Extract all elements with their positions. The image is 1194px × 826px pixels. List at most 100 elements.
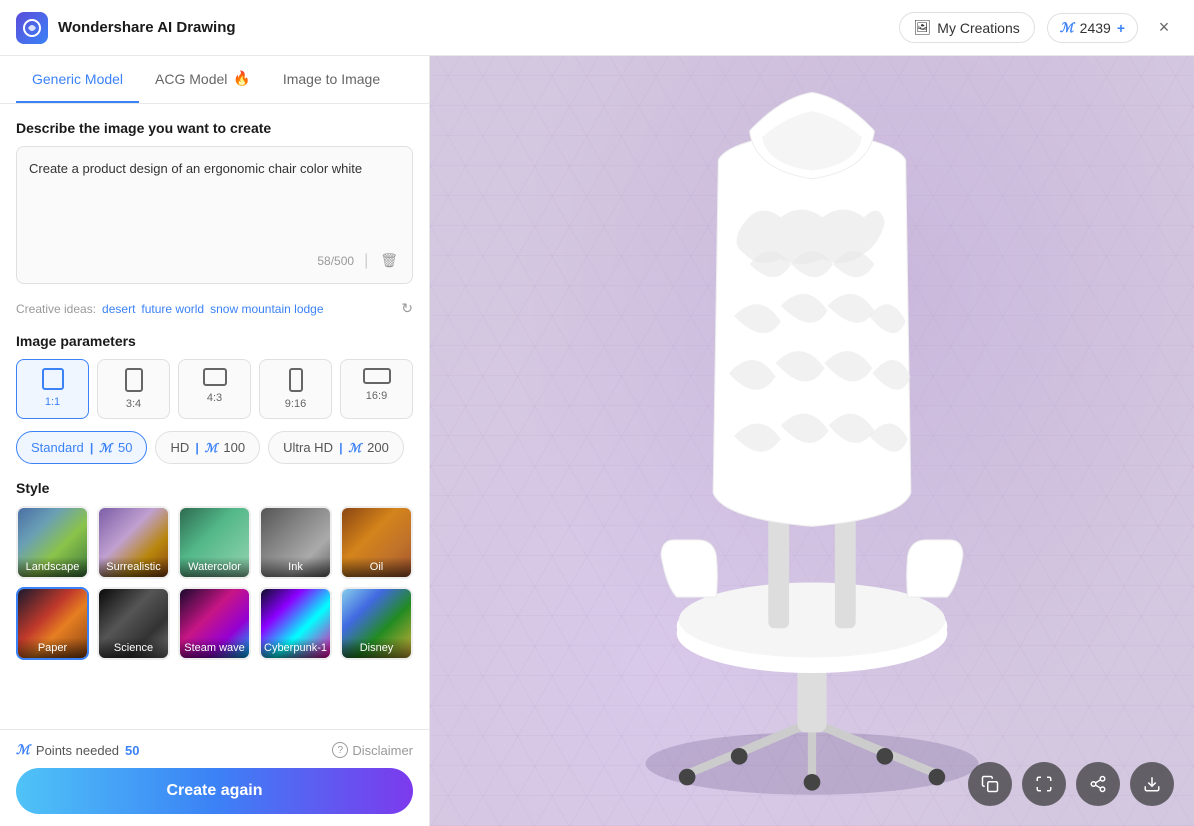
my-creations-label: My Creations <box>937 20 1019 36</box>
points-value: 50 <box>125 743 139 758</box>
style-name-cyberpunk: Cyberpunk-1 <box>261 638 330 658</box>
creative-ideas-row: Creative ideas: desert future world snow… <box>16 300 413 317</box>
style-name-steamwave: Steam wave <box>180 638 249 658</box>
style-thumb-landscape: Landscape <box>18 508 87 577</box>
disclaimer-icon: ? <box>332 742 348 758</box>
credits-value: 2439 <box>1080 20 1111 36</box>
style-item-disney[interactable]: Disney <box>340 587 413 660</box>
credits-m-icon: ℳ <box>1060 20 1074 36</box>
prompt-section-label: Describe the image you want to create <box>16 120 413 136</box>
fire-icon: 🔥 <box>233 70 250 87</box>
copy-action-button[interactable] <box>968 762 1012 806</box>
credits-add-icon: + <box>1117 20 1125 36</box>
credits-button[interactable]: ℳ 2439 + <box>1047 13 1138 43</box>
titlebar: Wondershare AI Drawing 🖼 My Creations ℳ … <box>0 0 1194 56</box>
quality-standard-button[interactable]: Standard | ℳ 50 <box>16 431 147 464</box>
style-name-paper: Paper <box>18 638 87 658</box>
download-action-button[interactable] <box>1130 762 1174 806</box>
ratio-16-9-button[interactable]: 16:9 <box>340 359 413 419</box>
style-item-paper[interactable]: Paper <box>16 587 89 660</box>
style-section-label: Style <box>16 480 413 496</box>
quality-hd-points: 100 <box>223 440 245 455</box>
image-actions <box>968 762 1174 806</box>
style-thumb-watercolor: Watercolor <box>180 508 249 577</box>
style-thumb-science: Science <box>99 589 168 658</box>
ratio-1-1-button[interactable]: 1:1 <box>16 359 89 419</box>
disclaimer-button[interactable]: ? Disclaimer <box>332 742 413 758</box>
share-action-button[interactable] <box>1076 762 1120 806</box>
tab-generic-model[interactable]: Generic Model <box>16 57 139 103</box>
style-grid: Landscape Surrealistic Watercolor <box>16 506 413 660</box>
close-button[interactable]: × <box>1150 14 1178 42</box>
prompt-footer: 58/500 | 🗑 <box>29 250 400 271</box>
app-logo <box>16 12 48 44</box>
quality-hd-button[interactable]: HD | ℳ 100 <box>155 431 260 464</box>
bottom-bar: ℳ Points needed 50 ? Disclaimer Create a… <box>0 729 429 826</box>
style-name-ink: Ink <box>261 557 330 577</box>
style-item-cyberpunk[interactable]: Cyberpunk-1 <box>259 587 332 660</box>
style-thumb-paper: Paper <box>18 589 87 658</box>
style-name-watercolor: Watercolor <box>180 557 249 577</box>
tab-image-to-image[interactable]: Image to Image <box>267 57 396 103</box>
tab-acg-model[interactable]: ACG Model 🔥 <box>139 56 267 103</box>
ratio-9-16-label: 9:16 <box>285 398 306 410</box>
style-name-disney: Disney <box>342 638 411 658</box>
ratio-3-4-button[interactable]: 3:4 <box>97 359 170 419</box>
quality-standard-points: 50 <box>118 440 132 455</box>
style-item-landscape[interactable]: Landscape <box>16 506 89 579</box>
left-panel: Generic Model ACG Model 🔥 Image to Image… <box>0 56 430 826</box>
style-item-steamwave[interactable]: Steam wave <box>178 587 251 660</box>
create-again-button[interactable]: Create again <box>16 768 413 814</box>
main-content: Generic Model ACG Model 🔥 Image to Image… <box>0 56 1194 826</box>
style-thumb-cyberpunk: Cyberpunk-1 <box>261 589 330 658</box>
char-count: 58/500 <box>317 254 354 268</box>
style-thumb-surrealistic: Surrealistic <box>99 508 168 577</box>
clear-prompt-button[interactable]: 🗑 <box>378 250 400 271</box>
style-thumb-disney: Disney <box>342 589 411 658</box>
points-m-icon: ℳ <box>16 742 30 758</box>
creative-tag-snow-mountain[interactable]: snow mountain lodge <box>210 302 323 316</box>
tab-acg-label: ACG Model <box>155 71 227 87</box>
style-section: Style Landscape Surrealistic <box>16 480 413 660</box>
style-item-ink[interactable]: Ink <box>259 506 332 579</box>
image-params-label: Image parameters <box>16 333 413 349</box>
chair-svg <box>430 56 1194 826</box>
my-creations-icon: 🖼 <box>914 19 932 36</box>
quality-ultrahd-label: Ultra HD <box>283 440 333 455</box>
ratio-9-16-button[interactable]: 9:16 <box>259 359 332 419</box>
ratio-16-9-label: 16:9 <box>366 390 387 402</box>
ratio-grid: 1:1 3:4 4:3 9:16 <box>16 359 413 419</box>
style-name-oil: Oil <box>342 557 411 577</box>
refresh-ideas-button[interactable]: ↻ <box>401 300 413 317</box>
ratio-3-4-label: 3:4 <box>126 398 141 410</box>
style-item-watercolor[interactable]: Watercolor <box>178 506 251 579</box>
style-item-oil[interactable]: Oil <box>340 506 413 579</box>
creative-tag-future-world[interactable]: future world <box>141 302 204 316</box>
titlebar-left: Wondershare AI Drawing <box>16 12 236 44</box>
quality-hd-label: HD <box>170 440 189 455</box>
points-text: Points needed <box>36 743 119 758</box>
right-panel <box>430 56 1194 826</box>
generated-image <box>430 56 1194 826</box>
fullscreen-action-button[interactable] <box>1022 762 1066 806</box>
prompt-box: Create a product design of an ergonomic … <box>16 146 413 284</box>
creative-ideas-label: Creative ideas: <box>16 302 96 316</box>
prompt-textarea[interactable]: Create a product design of an ergonomic … <box>29 159 400 239</box>
style-item-surrealistic[interactable]: Surrealistic <box>97 506 170 579</box>
disclaimer-label: Disclaimer <box>352 743 413 758</box>
style-name-surrealistic: Surrealistic <box>99 557 168 577</box>
points-row: ℳ Points needed 50 ? Disclaimer <box>16 742 413 758</box>
style-thumb-steamwave: Steam wave <box>180 589 249 658</box>
my-creations-button[interactable]: 🖼 My Creations <box>899 12 1035 43</box>
ratio-1-1-label: 1:1 <box>45 396 60 408</box>
style-name-science: Science <box>99 638 168 658</box>
style-item-science[interactable]: Science <box>97 587 170 660</box>
style-name-landscape: Landscape <box>18 557 87 577</box>
quality-ultrahd-button[interactable]: Ultra HD | ℳ 200 <box>268 431 404 464</box>
tab-img2img-label: Image to Image <box>283 71 380 87</box>
prompt-section: Describe the image you want to create Cr… <box>16 120 413 284</box>
quality-standard-label: Standard <box>31 440 84 455</box>
points-label: ℳ Points needed 50 <box>16 742 140 758</box>
creative-tag-desert[interactable]: desert <box>102 302 135 316</box>
ratio-4-3-button[interactable]: 4:3 <box>178 359 251 419</box>
